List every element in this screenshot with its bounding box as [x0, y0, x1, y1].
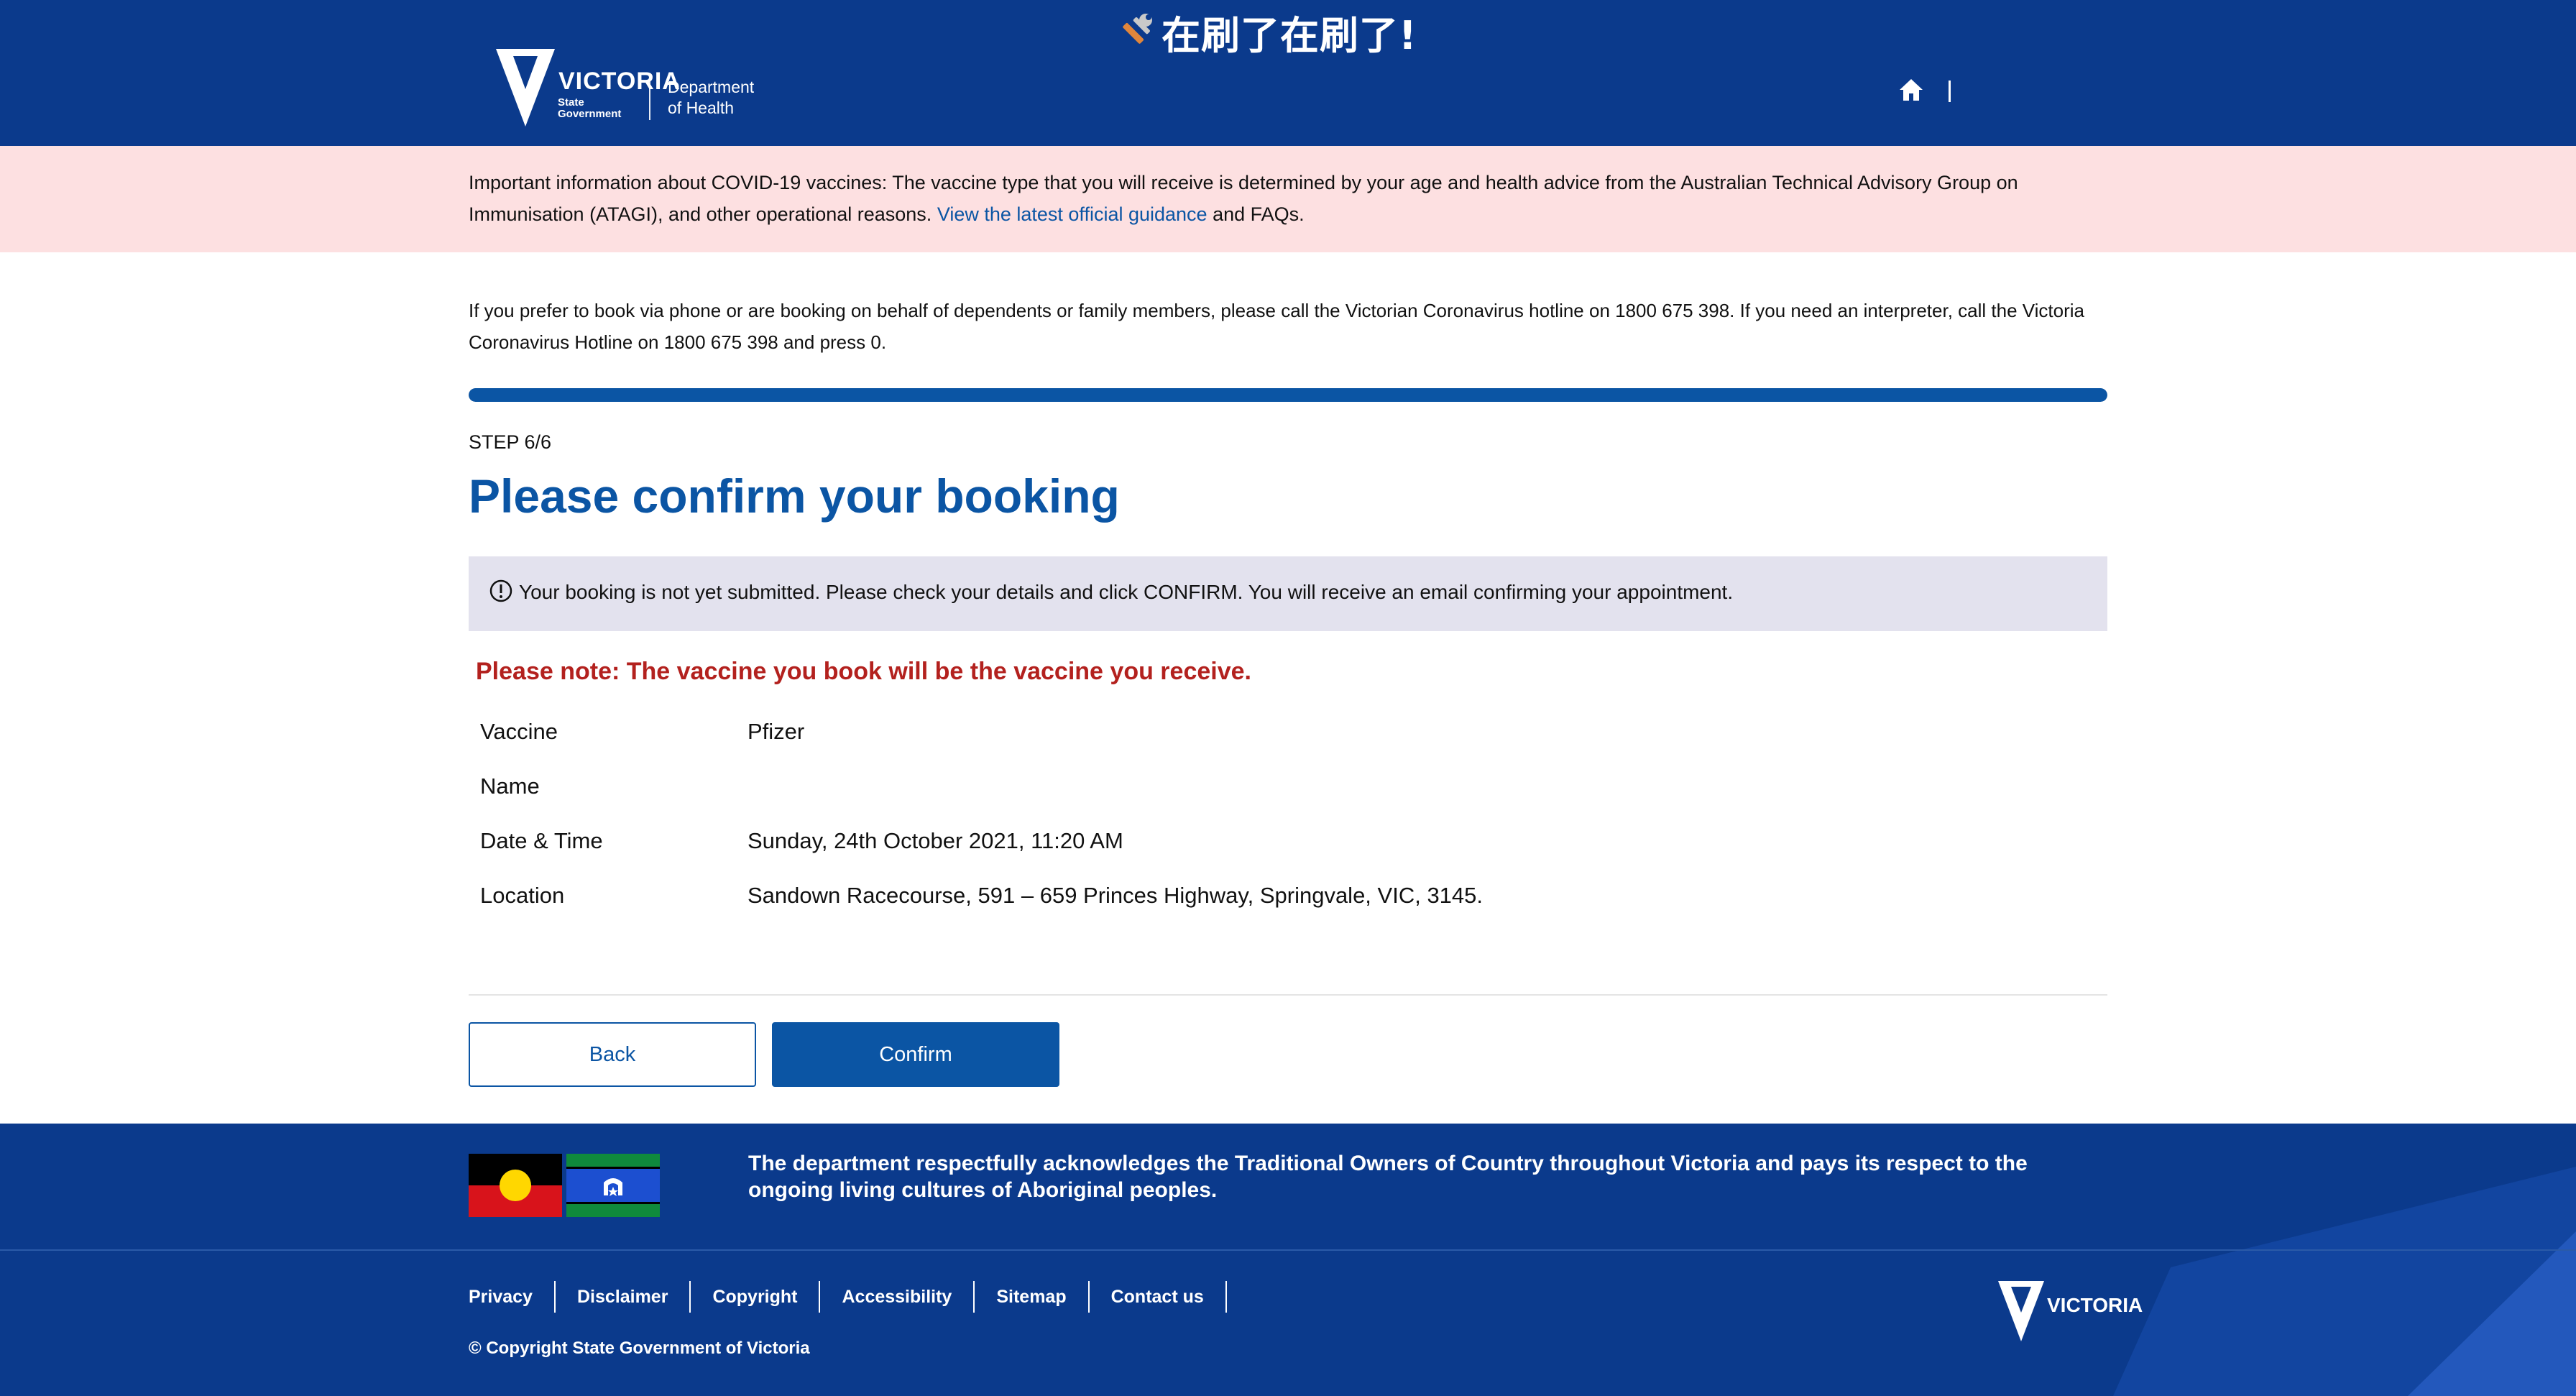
aboriginal-flag-icon: [469, 1154, 562, 1217]
detail-value: Sandown Racecourse, 591 – 659 Princes Hi…: [748, 883, 1484, 908]
detail-label: Vaccine: [480, 719, 558, 744]
detail-label: Name: [480, 773, 540, 799]
header-separator: [1949, 81, 1951, 102]
booking-info-text: Your booking is not yet submitted. Pleas…: [519, 581, 1734, 603]
page-title: Please confirm your booking: [469, 469, 1120, 523]
detail-label: Location: [480, 883, 565, 908]
alert-text: Important information about COVID-19 vac…: [469, 172, 2018, 225]
wrench-icon: [1123, 14, 1152, 44]
vaccine-note: Please note: The vaccine you book will b…: [476, 658, 1251, 685]
footer-link-accessibility[interactable]: Accessibility: [820, 1281, 975, 1313]
footer-link-disclaimer[interactable]: Disclaimer: [556, 1281, 691, 1313]
progress-bar: [469, 388, 2107, 402]
logo-divider: [649, 74, 650, 120]
footer-divider: [0, 1249, 2576, 1251]
footer-link-contact[interactable]: Contact us: [1090, 1281, 1227, 1313]
detail-value: Pfizer: [748, 719, 805, 744]
overlay-caption: 在刷了在刷了!: [1114, 4, 1417, 59]
logo-wordmark: VICTORIA: [558, 68, 681, 95]
acknowledgement-of-country: The department respectfully acknowledges…: [748, 1152, 2028, 1202]
step-indicator: STEP 6/6: [469, 431, 552, 453]
footer-links: Privacy Disclaimer Copyright Accessibili…: [469, 1281, 1227, 1313]
footer-link-copyright[interactable]: Copyright: [691, 1281, 821, 1313]
confirm-button[interactable]: Confirm: [772, 1022, 1059, 1087]
phone-booking-info: If you prefer to book via phone or are b…: [469, 300, 2084, 353]
torres-strait-flag-icon: [566, 1154, 660, 1217]
copyright-text: © Copyright State Government of Victoria: [469, 1338, 810, 1358]
detail-label: Date & Time: [480, 828, 603, 853]
official-guidance-link[interactable]: View the latest official guidance: [937, 203, 1208, 225]
footer-link-privacy[interactable]: Privacy: [469, 1281, 556, 1313]
detail-value: Sunday, 24th October 2021, 11:20 AM: [748, 828, 1123, 853]
footer-link-sitemap[interactable]: Sitemap: [975, 1281, 1090, 1313]
department-name: Department of Health: [668, 78, 755, 117]
back-button[interactable]: Back: [469, 1022, 756, 1087]
info-icon: [489, 579, 512, 602]
overlay-title-text: 在刷了在刷了!: [1162, 12, 1417, 58]
progress-fill: [469, 388, 2107, 402]
logo-subtitle: State Government: [558, 96, 622, 120]
home-icon[interactable]: [1898, 77, 1924, 103]
footer-logo-wordmark: VICTORIA: [2047, 1294, 2143, 1316]
section-divider: [469, 994, 2107, 996]
